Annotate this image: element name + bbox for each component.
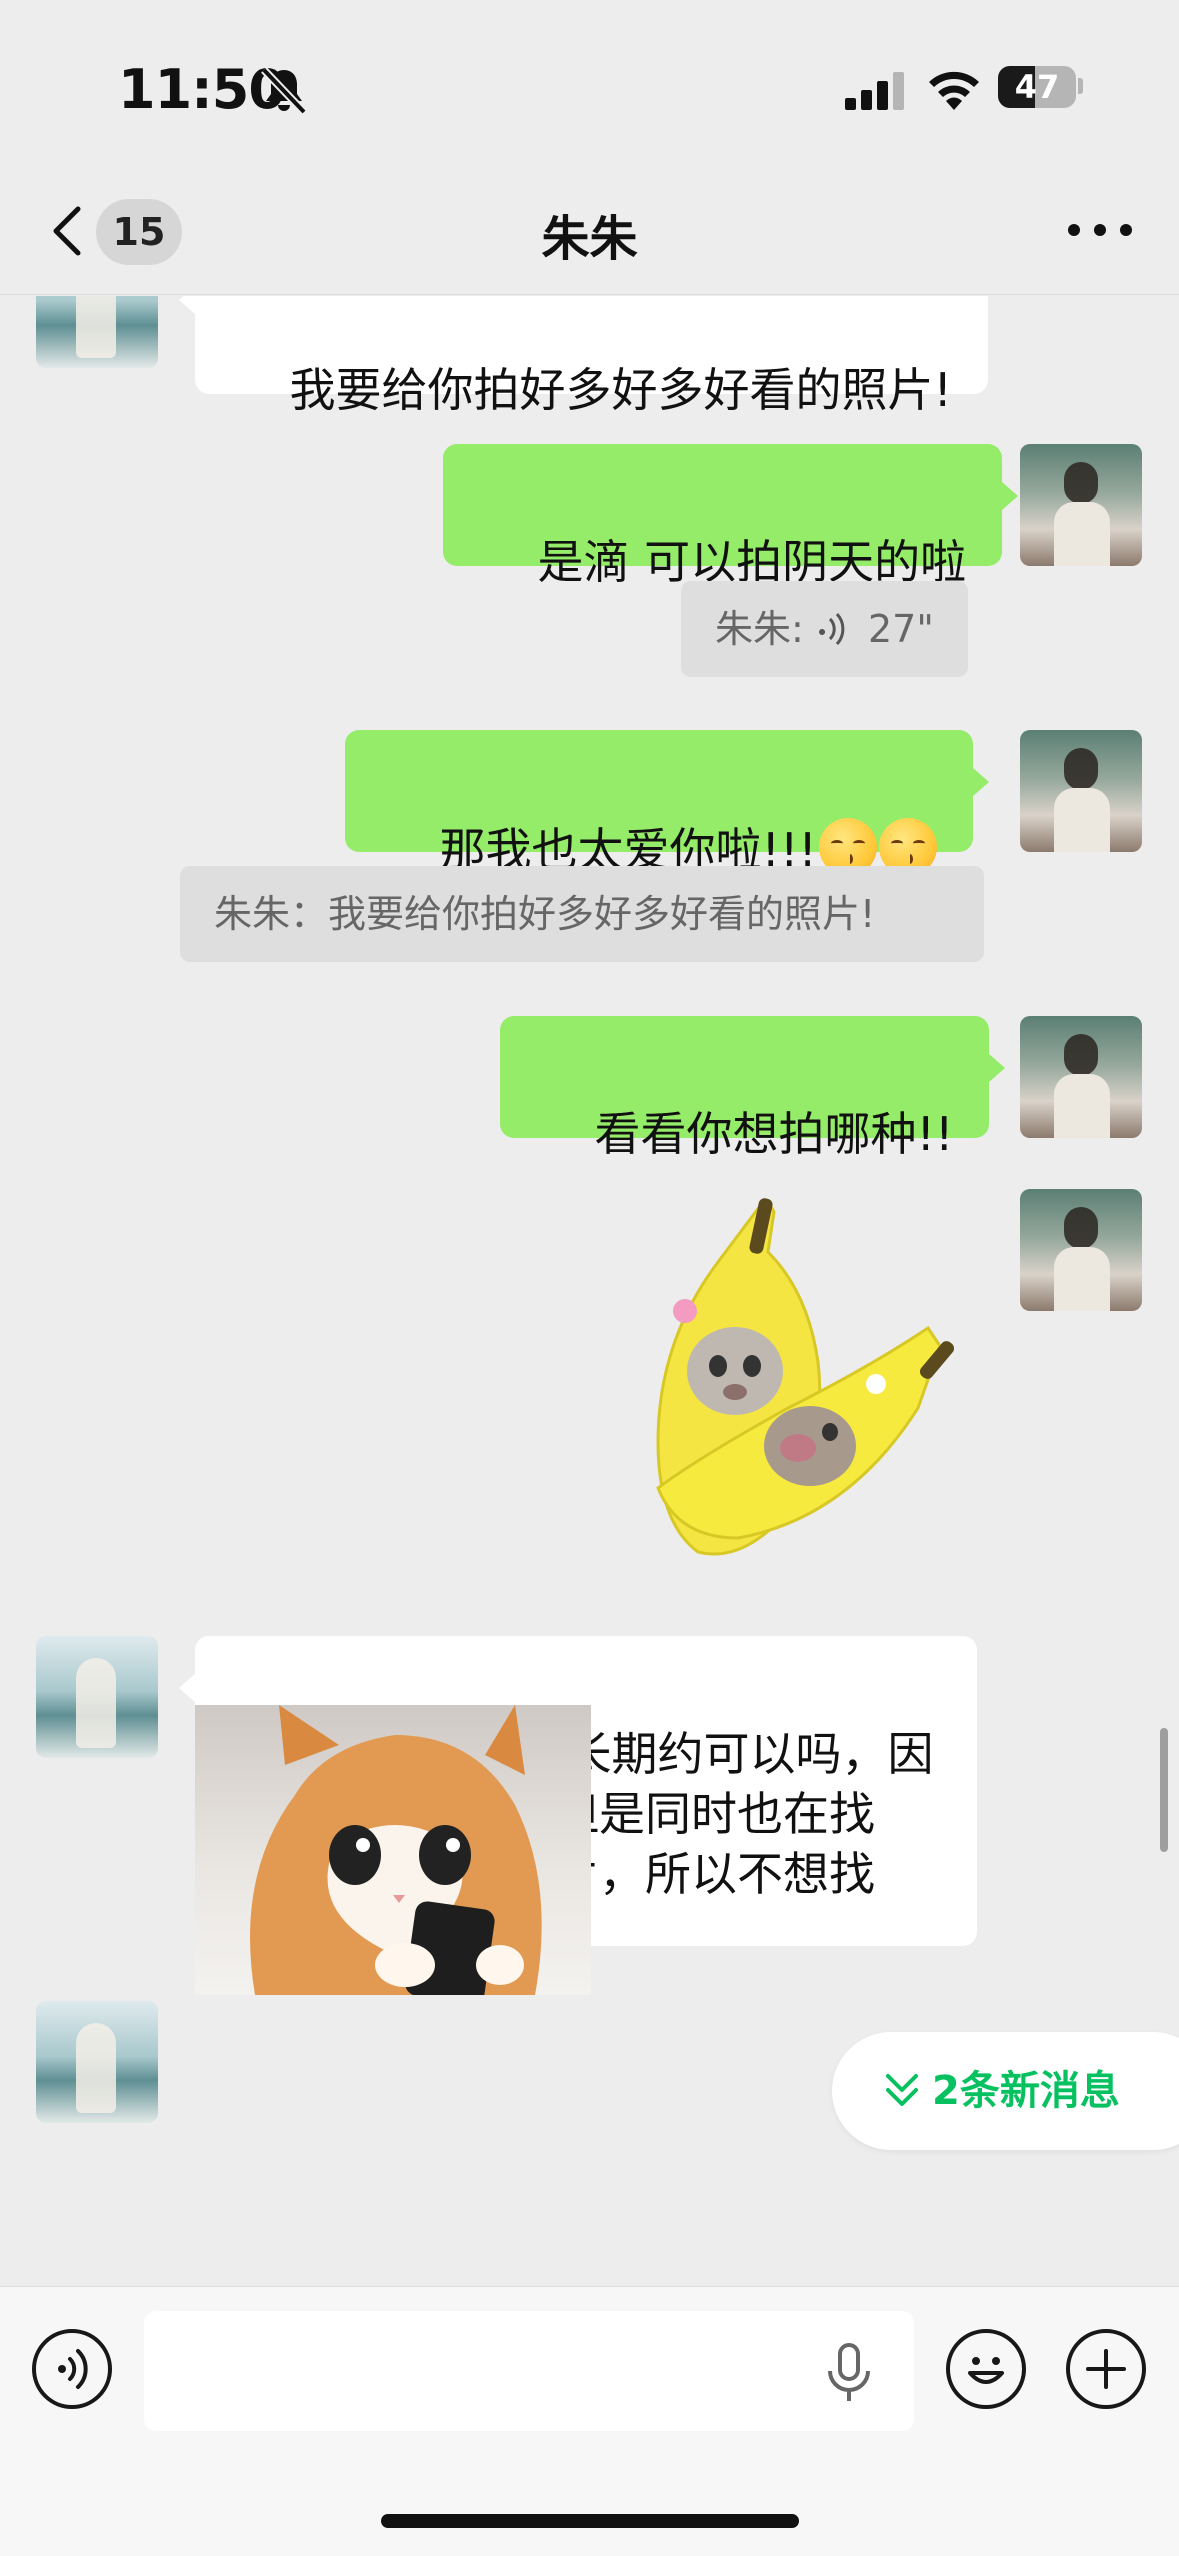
- battery-icon: 47: [998, 66, 1076, 108]
- battery-level: 47: [1014, 68, 1060, 106]
- more-icon[interactable]: [1060, 205, 1140, 255]
- cat-image: [250, 1705, 542, 1995]
- message-bubble[interactable]: 是滴 可以拍阴天的啦: [443, 444, 1019, 589]
- signal-icon: [845, 72, 904, 110]
- avatar[interactable]: [36, 1636, 158, 1758]
- emoji-icon: [968, 2357, 1004, 2384]
- avatar[interactable]: [1020, 1189, 1142, 1311]
- message-bubble[interactable]: 那我也太爱你啦!!!: [345, 730, 989, 877]
- voice-wave-icon: [818, 612, 845, 646]
- bell-muted-icon: [261, 67, 307, 115]
- wifi-icon: [929, 71, 979, 110]
- chat-title: 朱朱: [541, 211, 638, 267]
- quote-text: 朱朱：我要给你拍好多好多好看的照片!: [214, 892, 876, 936]
- mic-icon[interactable]: [822, 2343, 876, 2403]
- voice-mode-button[interactable]: [32, 2329, 112, 2409]
- plus-button[interactable]: [1066, 2329, 1146, 2409]
- new-messages-button[interactable]: 2条新消息: [832, 2032, 1179, 2150]
- avatar[interactable]: [36, 2001, 158, 2123]
- home-indicator: [381, 2514, 799, 2528]
- status-bar: 11:50 47: [0, 0, 1179, 165]
- quoted-message[interactable]: 朱朱: 27": [681, 581, 968, 677]
- voice-duration: 27": [867, 607, 934, 651]
- quoted-message[interactable]: 朱朱：我要给你拍好多好多好看的照片!: [180, 866, 984, 962]
- cat-photo[interactable]: [195, 1705, 591, 1995]
- message-bubble[interactable]: 看看你想拍哪种!!: [500, 1016, 1006, 1161]
- message-text: 看看你想拍哪种!!: [594, 1107, 954, 1161]
- message-bubble[interactable]: 我要给你拍好多好多好看的照片!: [179, 296, 988, 417]
- avatar[interactable]: [1020, 1016, 1142, 1138]
- avatar[interactable]: [1020, 444, 1142, 566]
- voice-mode-icon: [58, 2349, 88, 2389]
- chevrons-down-icon: [886, 2074, 918, 2106]
- plus-icon: [1086, 2349, 1126, 2389]
- message-input[interactable]: [144, 2311, 914, 2431]
- avatar[interactable]: [36, 296, 158, 368]
- chat-header: 15 朱朱: [0, 165, 1179, 295]
- quote-sender: 朱朱:: [715, 607, 816, 651]
- message-text: 我要给你拍好多好多好看的照片!: [289, 363, 952, 417]
- avatar[interactable]: [1020, 730, 1142, 852]
- new-messages-label: 2条新消息: [932, 2068, 1120, 2114]
- scrollbar[interactable]: [1160, 1728, 1168, 1852]
- emoji-button[interactable]: [946, 2329, 1026, 2409]
- banana-cat-sticker[interactable]: [640, 1196, 970, 1576]
